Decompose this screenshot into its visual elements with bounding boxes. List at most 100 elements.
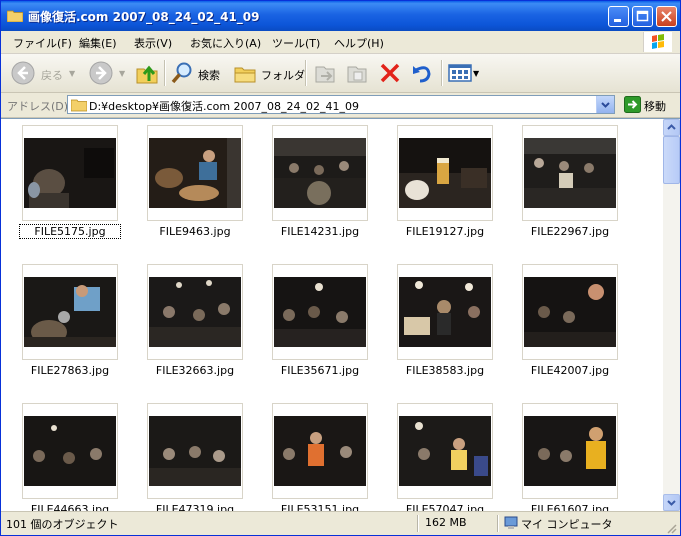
photo-thumbnail xyxy=(149,138,241,208)
minimize-icon xyxy=(614,19,621,22)
explorer-window: 画像復活.com 2007_08_24_02_41_09 ファイル(F) 編集(… xyxy=(0,0,681,536)
address-input[interactable]: D:¥desktop¥画像復活.com 2007_08_24_02_41_09 xyxy=(67,95,615,114)
menu-edit[interactable]: 編集(E) xyxy=(79,35,117,51)
file-thumbnail[interactable] xyxy=(522,125,618,221)
file-thumbnail[interactable] xyxy=(397,125,493,221)
delete-x-icon xyxy=(380,63,400,83)
maximize-button[interactable] xyxy=(632,6,653,27)
file-thumbnail[interactable] xyxy=(147,264,243,360)
photo-thumbnail xyxy=(274,277,366,347)
go-button[interactable]: 移動 xyxy=(623,96,679,114)
address-label: アドレス(D) xyxy=(7,100,69,113)
scroll-down-button[interactable] xyxy=(663,494,680,511)
photo-thumbnail xyxy=(274,138,366,208)
toolbar-separator xyxy=(441,60,443,86)
resize-grip-icon[interactable] xyxy=(665,522,677,534)
file-view[interactable]: FILE5175.jpg FILE9463.jpg FILE14231.jpg … xyxy=(1,118,680,511)
go-label: 移動 xyxy=(644,100,666,113)
copy-to-button[interactable] xyxy=(345,60,371,86)
views-dropdown-icon[interactable]: ▼ xyxy=(473,69,479,78)
move-to-icon xyxy=(315,66,335,83)
file-name[interactable]: FILE44663.jpg xyxy=(20,503,120,511)
back-button[interactable]: 戻る ▼ xyxy=(11,60,79,86)
menu-bar: ファイル(F) 編集(E) 表示(V) お気に入り(A) ツール(T) ヘルプ(… xyxy=(1,31,680,54)
file-thumbnail[interactable] xyxy=(272,403,368,499)
back-dropdown-icon[interactable]: ▼ xyxy=(69,69,75,78)
file-name[interactable]: FILE53151.jpg xyxy=(270,503,370,511)
scroll-thumb[interactable] xyxy=(663,136,680,184)
back-arrow-icon xyxy=(11,61,35,85)
menu-help[interactable]: ヘルプ(H) xyxy=(334,35,384,51)
file-thumbnail[interactable] xyxy=(22,264,118,360)
menu-tools[interactable]: ツール(T) xyxy=(272,35,320,51)
copy-to-icon xyxy=(347,66,367,83)
file-name[interactable]: FILE38583.jpg xyxy=(395,364,495,377)
file-thumbnail[interactable] xyxy=(522,403,618,499)
title-bar[interactable]: 画像復活.com 2007_08_24_02_41_09 xyxy=(1,1,680,31)
close-button[interactable] xyxy=(656,6,677,27)
forward-button[interactable]: ▼ xyxy=(89,60,129,86)
total-size: 162 MB xyxy=(425,516,467,529)
file-thumbnail[interactable] xyxy=(522,264,618,360)
object-count: 101 個のオブジェクト xyxy=(6,518,119,531)
status-bar: 101 個のオブジェクト 162 MB マイ コンピュータ xyxy=(1,511,680,535)
location-label: マイ コンピュータ xyxy=(521,518,613,531)
folder-icon xyxy=(71,99,87,112)
windows-logo-icon xyxy=(643,32,672,52)
search-label: 検索 xyxy=(198,69,220,82)
file-thumbnail[interactable] xyxy=(147,125,243,221)
file-name[interactable]: FILE32663.jpg xyxy=(145,364,245,377)
close-icon xyxy=(661,11,672,22)
chevron-down-icon xyxy=(601,102,610,108)
file-name[interactable]: FILE22967.jpg xyxy=(520,225,620,238)
forward-arrow-icon xyxy=(89,61,113,85)
photo-thumbnail xyxy=(149,416,241,486)
file-name[interactable]: FILE61607.jpg xyxy=(520,503,620,511)
file-thumbnail[interactable] xyxy=(272,125,368,221)
file-name[interactable]: FILE42007.jpg xyxy=(520,364,620,377)
file-name[interactable]: FILE5175.jpg xyxy=(19,224,121,239)
menu-favorites[interactable]: お気に入り(A) xyxy=(190,35,261,51)
file-thumbnail[interactable] xyxy=(397,403,493,499)
photo-thumbnail xyxy=(24,138,116,208)
file-name[interactable]: FILE9463.jpg xyxy=(145,225,245,238)
search-button[interactable]: 検索 xyxy=(170,60,228,86)
file-name[interactable]: FILE19127.jpg xyxy=(395,225,495,238)
up-folder-button[interactable] xyxy=(135,60,161,86)
file-thumbnail[interactable] xyxy=(272,264,368,360)
folders-label: フォルダ xyxy=(261,69,305,82)
go-arrow-icon xyxy=(624,96,641,113)
folders-button[interactable]: フォルダ xyxy=(233,60,305,86)
chevron-down-icon xyxy=(667,500,676,506)
scroll-up-button[interactable] xyxy=(663,119,680,136)
file-thumbnail[interactable] xyxy=(22,403,118,499)
file-name[interactable]: FILE57047.jpg xyxy=(395,503,495,511)
minimize-button[interactable] xyxy=(608,6,629,27)
undo-button[interactable] xyxy=(410,60,436,86)
toolbar-separator xyxy=(305,60,307,86)
photo-thumbnail xyxy=(399,277,491,347)
file-thumbnail[interactable] xyxy=(397,264,493,360)
search-icon xyxy=(171,62,192,84)
status-separator xyxy=(417,515,419,532)
menu-file[interactable]: ファイル(F) xyxy=(13,35,72,51)
address-path: D:¥desktop¥画像復活.com 2007_08_24_02_41_09 xyxy=(89,100,360,113)
vertical-scrollbar[interactable] xyxy=(663,119,680,511)
file-name[interactable]: FILE47319.jpg xyxy=(145,503,245,511)
menu-view[interactable]: 表示(V) xyxy=(134,35,172,51)
status-separator xyxy=(497,515,499,532)
forward-dropdown-icon[interactable]: ▼ xyxy=(119,69,125,78)
file-name[interactable]: FILE35671.jpg xyxy=(270,364,370,377)
file-name[interactable]: FILE14231.jpg xyxy=(270,225,370,238)
back-label: 戻る xyxy=(41,69,63,82)
move-to-button[interactable] xyxy=(313,60,339,86)
file-name[interactable]: FILE27863.jpg xyxy=(20,364,120,377)
views-button[interactable]: ▼ xyxy=(448,60,482,86)
address-bar: アドレス(D) D:¥desktop¥画像復活.com 2007_08_24_0… xyxy=(1,93,680,118)
delete-button[interactable] xyxy=(378,60,404,86)
photo-thumbnail xyxy=(524,416,616,486)
my-computer-icon xyxy=(504,516,518,529)
file-thumbnail[interactable] xyxy=(22,125,118,221)
address-dropdown-button[interactable] xyxy=(596,96,614,113)
file-thumbnail[interactable] xyxy=(147,403,243,499)
